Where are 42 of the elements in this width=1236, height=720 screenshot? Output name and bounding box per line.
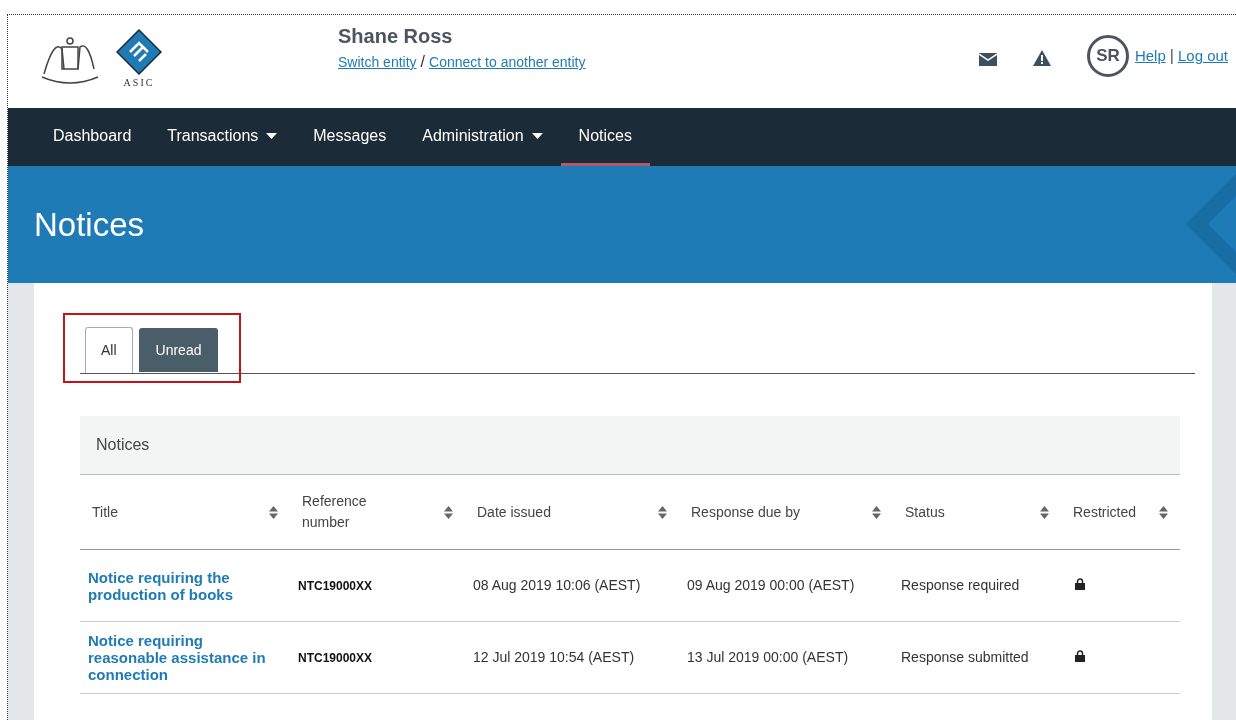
user-name: Shane Ross <box>338 25 454 48</box>
nav-item[interactable]: Dashboard <box>35 108 150 166</box>
sort-icon[interactable] <box>1159 505 1168 519</box>
sort-icon[interactable] <box>269 505 278 519</box>
link-separator: | <box>1169 46 1174 66</box>
nav-item[interactable]: Transactions <box>149 108 296 166</box>
column-header[interactable]: Status <box>905 501 945 523</box>
mail-icon[interactable] <box>978 52 997 66</box>
table-cell: 13 Jul 2019 00:00 (AEST) <box>687 649 849 665</box>
notice-title-link[interactable]: Notice requiring the production of books <box>88 568 282 603</box>
column-header[interactable]: Date issued <box>477 501 551 523</box>
column-header[interactable]: Reference number <box>302 491 412 533</box>
table-cell: NTC19000XX <box>298 651 373 665</box>
nav-item[interactable]: Messages <box>295 108 405 166</box>
avatar[interactable]: SR <box>1086 35 1129 77</box>
column-header[interactable]: Title <box>92 501 118 523</box>
column-header[interactable]: Response due by <box>691 501 800 523</box>
sort-icon[interactable] <box>1040 505 1049 519</box>
sort-icon[interactable] <box>658 505 667 519</box>
table-cell: 08 Aug 2019 10:06 (AEST) <box>473 577 641 593</box>
switch-entity-link[interactable]: Switch entity <box>338 54 417 70</box>
logout-link[interactable]: Log out <box>1177 44 1228 68</box>
table-cell: Response required <box>901 577 1020 593</box>
page-title: Notices <box>34 204 145 245</box>
table-cell: 09 Aug 2019 00:00 (AEST) <box>687 577 855 593</box>
warning-icon[interactable] <box>1032 50 1051 66</box>
notice-title-link[interactable]: Notice requiring reasonable assistance in connection <box>88 632 282 683</box>
table-cell: Response submitted <box>901 649 1029 665</box>
table-cell: NTC19000XX <box>298 579 373 593</box>
connect-entity-link[interactable]: Connect to another entity <box>429 54 586 70</box>
card-title: Notices <box>80 416 1180 475</box>
column-header[interactable]: Restricted <box>1073 501 1137 523</box>
sort-icon[interactable] <box>444 505 453 519</box>
tab[interactable]: All <box>85 327 133 373</box>
nav-item[interactable]: Administration <box>404 108 561 166</box>
tab[interactable]: Unread <box>138 328 219 372</box>
logo-text: ASIC <box>123 77 155 88</box>
table-cell: 12 Jul 2019 10:54 (AEST) <box>473 649 635 665</box>
diamond-logo-icon <box>116 29 162 75</box>
help-link[interactable]: Help <box>1134 44 1166 68</box>
sort-icon[interactable] <box>872 505 881 519</box>
link-separator: / <box>420 53 426 70</box>
